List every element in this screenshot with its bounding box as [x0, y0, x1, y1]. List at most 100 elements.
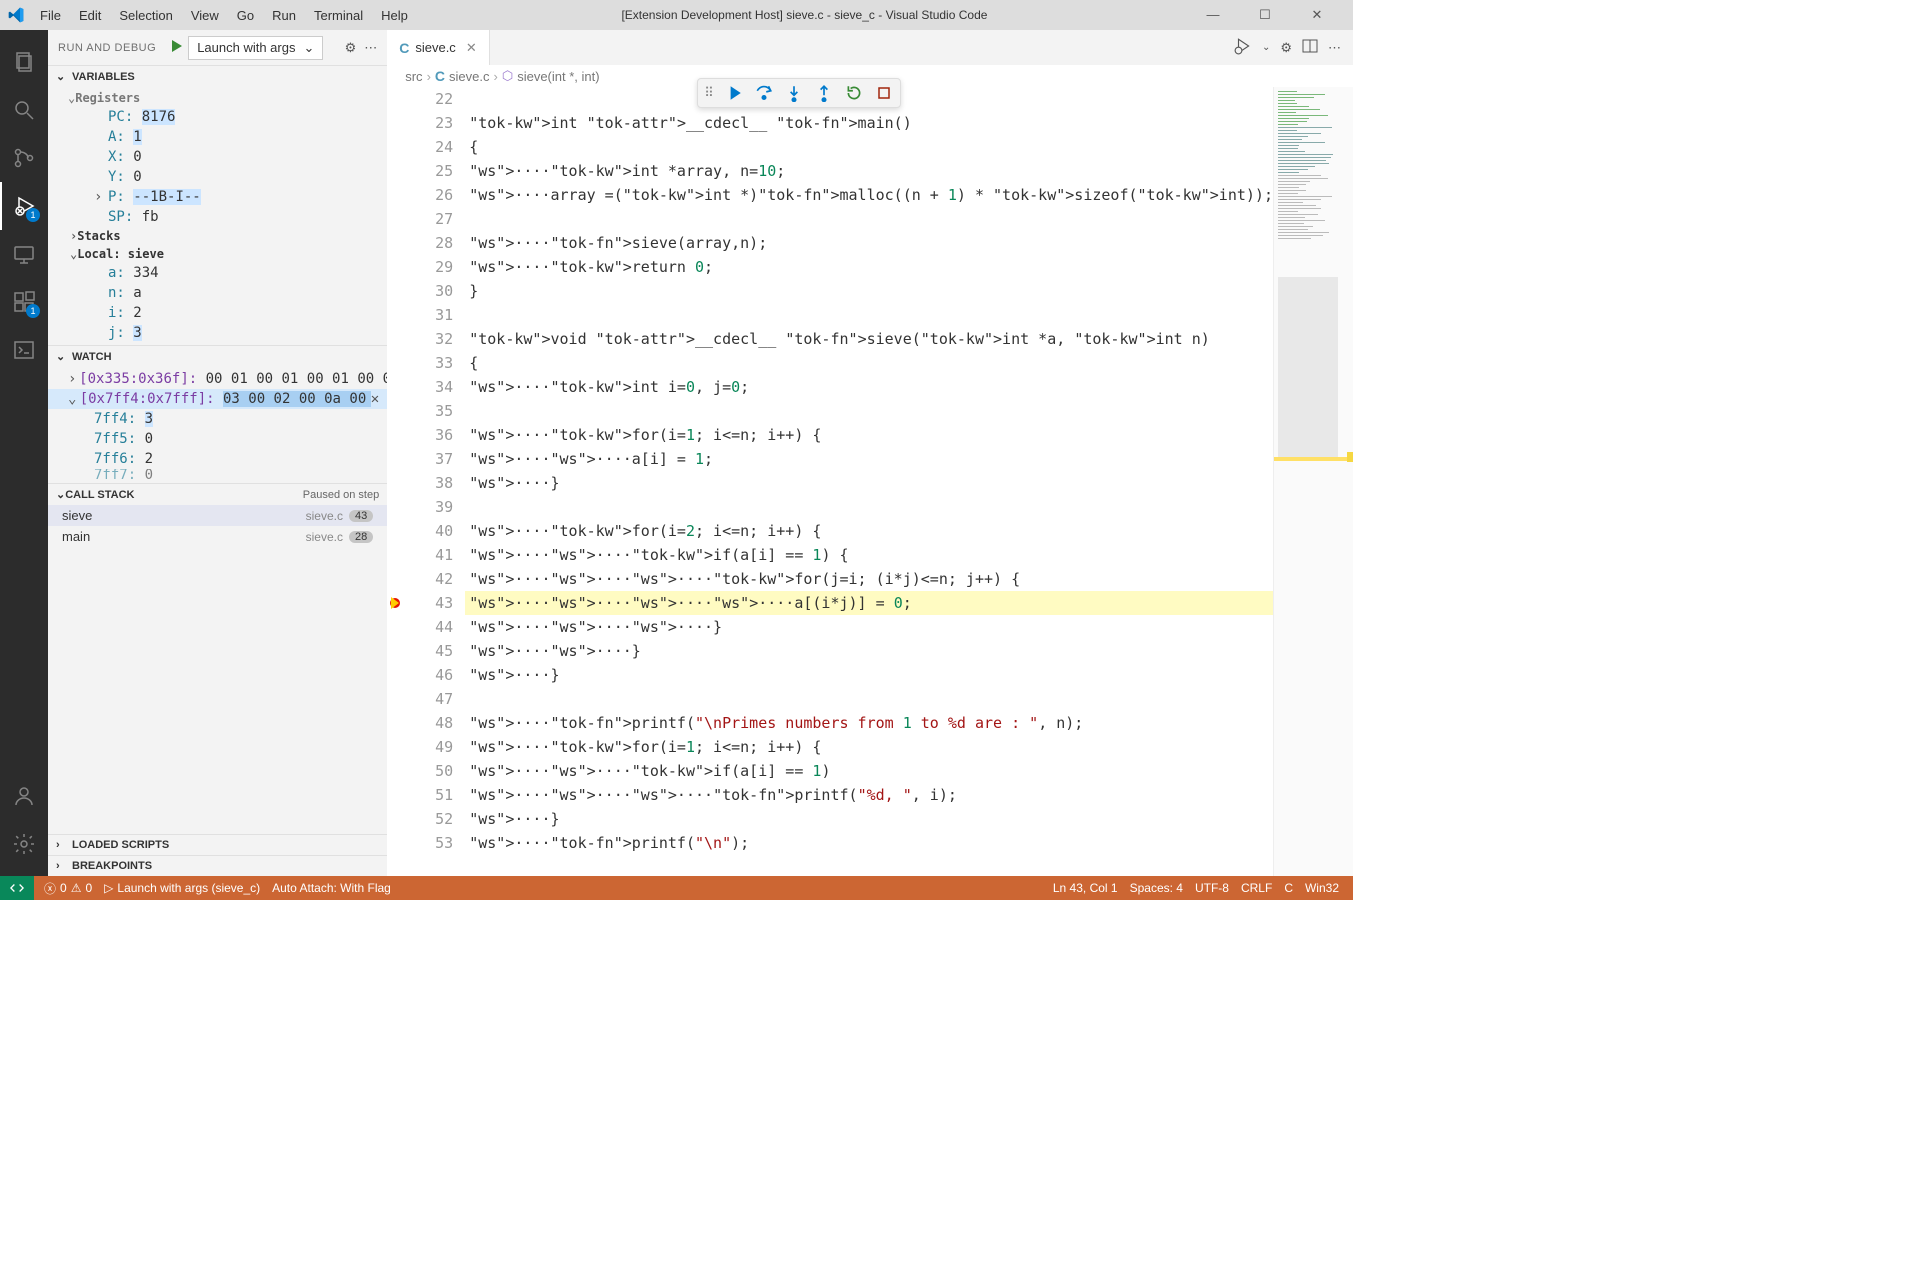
code-line[interactable]: {: [465, 351, 1273, 375]
watch-header[interactable]: ⌄ WATCH: [48, 346, 387, 367]
maximize-button[interactable]: ☐: [1245, 7, 1285, 23]
step-out-button[interactable]: [814, 83, 834, 103]
minimap[interactable]: [1273, 87, 1353, 876]
encoding-status[interactable]: UTF-8: [1189, 881, 1235, 895]
close-icon[interactable]: ✕: [466, 40, 477, 56]
os-status[interactable]: Win32: [1299, 881, 1345, 895]
registers-group[interactable]: ⌄ Registers: [48, 89, 387, 107]
activity-explorer[interactable]: [0, 38, 48, 86]
language-status[interactable]: C: [1278, 881, 1299, 895]
menu-terminal[interactable]: Terminal: [306, 4, 371, 27]
local-var-row[interactable]: j: 3: [48, 323, 387, 343]
step-into-button[interactable]: [784, 83, 804, 103]
chevron-down-icon[interactable]: ⌄: [1262, 42, 1270, 53]
breadcrumb-symbol[interactable]: sieve(int *, int): [517, 69, 599, 84]
remove-watch-icon[interactable]: ✕: [371, 391, 379, 407]
activity-account[interactable]: [0, 772, 48, 820]
continue-button[interactable]: [724, 83, 744, 103]
code-line[interactable]: "ws">····"tok-kw">for(i=2; i<=n; i++) {: [465, 519, 1273, 543]
menu-run[interactable]: Run: [264, 4, 304, 27]
code-line[interactable]: "ws">····"ws">····"ws">····"tok-kw">for(…: [465, 567, 1273, 591]
activity-extensions[interactable]: 1: [0, 278, 48, 326]
locals-group[interactable]: ⌄ Local: sieve: [48, 245, 387, 263]
menu-view[interactable]: View: [183, 4, 227, 27]
activity-search[interactable]: [0, 86, 48, 134]
code-line[interactable]: "ws">····"ws">····"tok-kw">if(a[i] == 1): [465, 759, 1273, 783]
menu-help[interactable]: Help: [373, 4, 416, 27]
indentation-status[interactable]: Spaces: 4: [1124, 881, 1189, 895]
code-line[interactable]: "ws">····"tok-kw">for(i=1; i<=n; i++) {: [465, 735, 1273, 759]
menu-go[interactable]: Go: [229, 4, 262, 27]
more-icon[interactable]: ⋯: [1328, 40, 1341, 56]
code-line[interactable]: [465, 399, 1273, 423]
tab-sieve-c[interactable]: C sieve.c ✕: [387, 30, 490, 65]
restart-button[interactable]: [844, 83, 864, 103]
launch-config-select[interactable]: Launch with args ⌄: [188, 36, 323, 60]
code-line[interactable]: "ws">····"tok-fn">printf("\n");: [465, 831, 1273, 855]
code-line[interactable]: "tok-kw">void "tok-attr">__cdecl__ "tok-…: [465, 327, 1273, 351]
debug-toolbar[interactable]: ⠿: [697, 78, 901, 108]
register-row[interactable]: SP: fb: [48, 207, 387, 227]
cursor-position[interactable]: Ln 43, Col 1: [1047, 881, 1124, 895]
callstack-frame[interactable]: sievesieve.c43: [48, 505, 387, 526]
code-line[interactable]: "ws">····"tok-fn">printf("\nPrimes numbe…: [465, 711, 1273, 735]
watch-byte-row[interactable]: 7ff4: 3: [48, 409, 387, 429]
register-row[interactable]: ›P: --1B-I--: [48, 187, 387, 207]
watch-row[interactable]: ⌄[0x7ff4:0x7fff]: 03 00 02 00 0a 00 34…✕: [48, 389, 387, 409]
code-content[interactable]: "tok-kw">int "tok-attr">__cdecl__ "tok-f…: [465, 87, 1273, 876]
activity-terminal[interactable]: [0, 326, 48, 374]
code-line[interactable]: "ws">····"tok-kw">int *array, n=10;: [465, 159, 1273, 183]
code-line[interactable]: "ws">····}: [465, 663, 1273, 687]
eol-status[interactable]: CRLF: [1235, 881, 1278, 895]
activity-settings[interactable]: [0, 820, 48, 868]
code-line[interactable]: [465, 207, 1273, 231]
remote-button[interactable]: [0, 876, 34, 900]
menu-edit[interactable]: Edit: [71, 4, 109, 27]
code-line[interactable]: "ws">····"tok-kw">return 0;: [465, 255, 1273, 279]
activity-scm[interactable]: [0, 134, 48, 182]
code-line[interactable]: "ws">····"tok-fn">sieve(array,n);: [465, 231, 1273, 255]
callstack-frame[interactable]: mainsieve.c28: [48, 526, 387, 547]
code-line[interactable]: "ws">····"ws">····"ws">····"ws">····a[(i…: [465, 591, 1273, 615]
breadcrumb-folder[interactable]: src: [405, 69, 422, 84]
step-over-button[interactable]: [754, 83, 774, 103]
register-row[interactable]: PC: 8176: [48, 107, 387, 127]
code-line[interactable]: {: [465, 135, 1273, 159]
code-line[interactable]: "ws">····"ws">····}: [465, 639, 1273, 663]
minimize-button[interactable]: —: [1193, 7, 1233, 23]
code-line[interactable]: "ws">····"ws">····"ws">····}: [465, 615, 1273, 639]
watch-byte-row[interactable]: 7ff7: 0: [48, 469, 387, 481]
more-icon[interactable]: ⋯: [364, 40, 377, 56]
local-var-row[interactable]: a: 334: [48, 263, 387, 283]
register-row[interactable]: X: 0: [48, 147, 387, 167]
code-line[interactable]: [465, 303, 1273, 327]
watch-row[interactable]: ›[0x335:0x36f]: 00 01 00 01 00 01 00 00 …: [48, 369, 387, 389]
register-row[interactable]: Y: 0: [48, 167, 387, 187]
code-line[interactable]: "ws">····"ws">····a[i] = 1;: [465, 447, 1273, 471]
gear-icon[interactable]: ⚙: [1280, 40, 1292, 56]
split-editor-icon[interactable]: [1302, 38, 1318, 57]
debug-status[interactable]: ▷ Launch with args (sieve_c): [98, 881, 266, 895]
close-button[interactable]: ✕: [1297, 7, 1337, 23]
menu-selection[interactable]: Selection: [111, 4, 180, 27]
code-line[interactable]: }: [465, 279, 1273, 303]
activity-remote-explorer[interactable]: [0, 230, 48, 278]
register-row[interactable]: A: 1: [48, 127, 387, 147]
menu-file[interactable]: File: [32, 4, 69, 27]
code-line[interactable]: [465, 495, 1273, 519]
breakpoints-header[interactable]: › BREAKPOINTS: [48, 856, 387, 876]
local-var-row[interactable]: i: 2: [48, 303, 387, 323]
breadcrumb-file[interactable]: sieve.c: [449, 69, 489, 84]
watch-byte-row[interactable]: 7ff6: 2: [48, 449, 387, 469]
watch-byte-row[interactable]: 7ff5: 0: [48, 429, 387, 449]
code-line[interactable]: "tok-kw">int "tok-attr">__cdecl__ "tok-f…: [465, 111, 1273, 135]
code-editor[interactable]: 2223242526272829303132333435363738394041…: [387, 87, 1353, 876]
local-var-row[interactable]: n: a: [48, 283, 387, 303]
code-line[interactable]: "ws">····"tok-kw">int i=0, j=0;: [465, 375, 1273, 399]
grip-icon[interactable]: ⠿: [704, 85, 714, 101]
callstack-header[interactable]: ⌄ CALL STACK Paused on step: [48, 484, 387, 505]
code-line[interactable]: "ws">····}: [465, 807, 1273, 831]
debug-run-icon[interactable]: [1234, 37, 1252, 58]
variables-header[interactable]: ⌄ VARIABLES: [48, 66, 387, 87]
code-line[interactable]: "ws">····"ws">····"ws">····"tok-fn">prin…: [465, 783, 1273, 807]
